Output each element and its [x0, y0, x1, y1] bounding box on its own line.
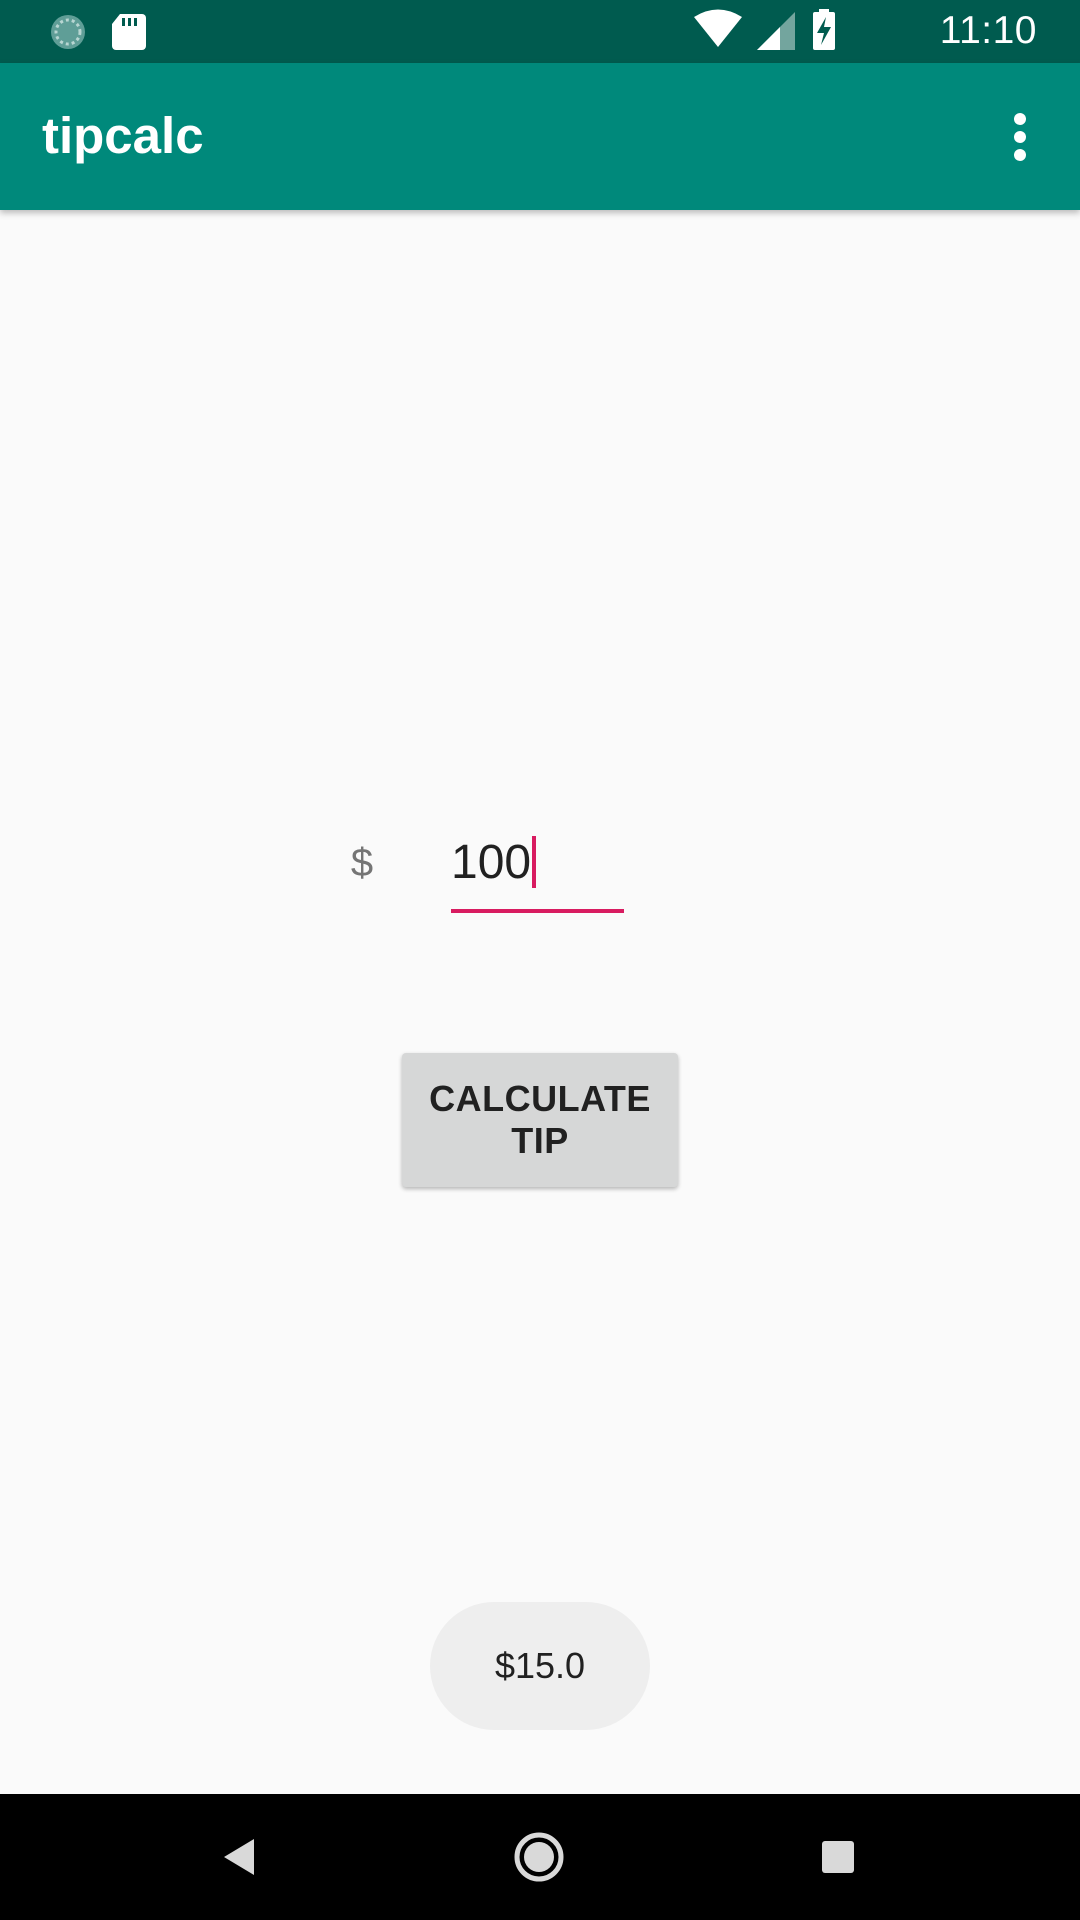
- sd-card-icon: [112, 14, 146, 50]
- app-title: tipcalc: [42, 107, 204, 164]
- status-system-icons: [694, 9, 835, 50]
- wifi-icon: [694, 9, 742, 47]
- status-bar: 11:10: [0, 0, 1080, 63]
- nav-back-button[interactable]: [190, 1812, 290, 1902]
- calculate-label-line2: TIP: [511, 1120, 569, 1161]
- amount-input-value: 100: [451, 831, 537, 895]
- signal-icon: [757, 12, 795, 50]
- back-icon: [224, 1839, 254, 1875]
- amount-input[interactable]: 100: [451, 823, 624, 913]
- navigation-bar: [0, 1794, 1080, 1920]
- nav-home-button[interactable]: [489, 1812, 589, 1902]
- amount-text: 100: [451, 836, 532, 889]
- calculate-tip-button-label: CALCULATE TIP: [429, 1078, 651, 1162]
- status-time: 11:10: [939, 9, 1037, 52]
- more-vert-icon: [1014, 113, 1026, 161]
- status-notification-icons: [51, 14, 146, 50]
- home-icon: [514, 1832, 564, 1882]
- text-cursor: [532, 836, 537, 889]
- status-left-icons: [46, 10, 166, 54]
- battery-charging-icon: [813, 9, 835, 50]
- nav-recents-button[interactable]: [788, 1812, 888, 1902]
- sync-icon: [51, 15, 85, 49]
- tip-result-text: $15.0: [494, 1645, 586, 1686]
- app-bar: tipcalc: [0, 63, 1080, 210]
- calculate-tip-button[interactable]: CALCULATE TIP: [402, 1053, 678, 1187]
- recents-icon: [822, 1841, 854, 1873]
- calculate-label-line1: CALCULATE: [429, 1078, 651, 1119]
- overflow-menu-button[interactable]: [966, 83, 1074, 191]
- currency-symbol-label: $: [350, 841, 374, 885]
- tip-result-toast: $15.0: [430, 1602, 650, 1730]
